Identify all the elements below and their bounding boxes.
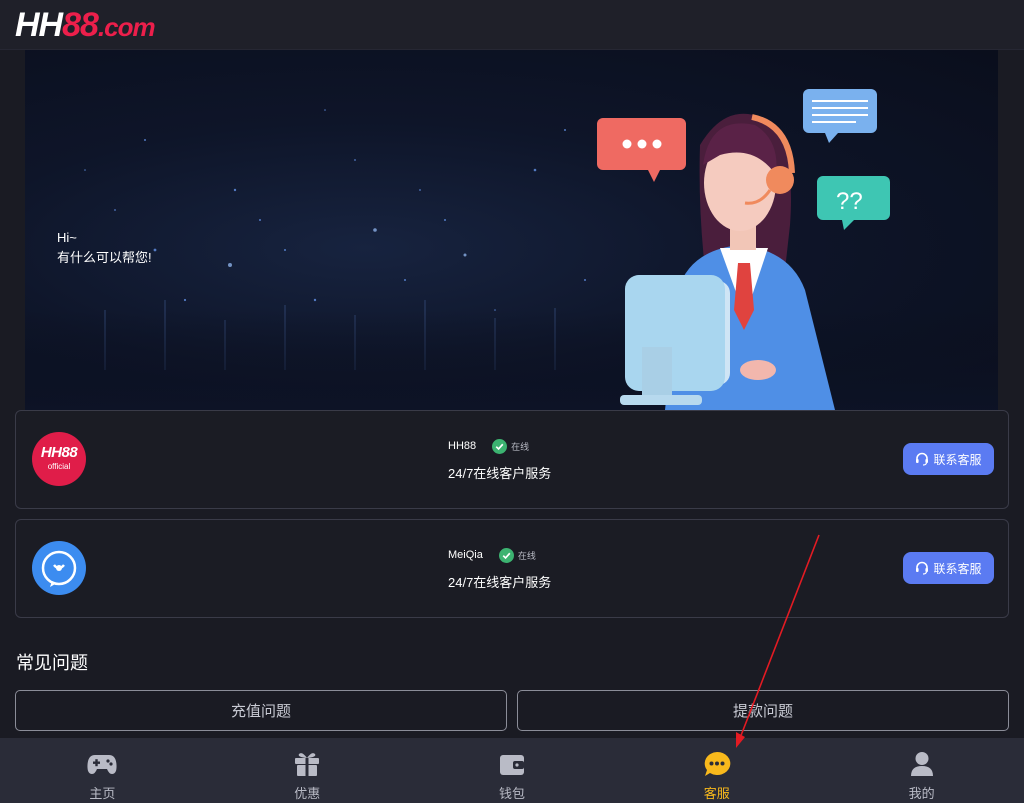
chat-bubble-lines-icon [803, 89, 877, 143]
meiqia-avatar [32, 541, 86, 595]
faq-title: 常见问题 [16, 653, 88, 673]
online-status: 在线 [511, 441, 530, 452]
service-description: 24/7在线客户服务 [448, 575, 552, 590]
nav-label: 钱包 [498, 786, 525, 801]
avatar-brand-text: HH88 [40, 444, 78, 461]
contact-button-label: 联系客服 [933, 452, 982, 467]
contact-support-button[interactable]: 联系客服 [903, 443, 994, 475]
nav-item-home[interactable]: 主页 [0, 738, 205, 803]
gamepad-icon [87, 755, 117, 774]
customer-service-page: HH88.com Hi~ 有什么可以帮您! ?? HH88 official H… [0, 0, 1024, 803]
nav-item-profile[interactable]: 我的 [819, 738, 1024, 803]
contact-button-label: 联系客服 [933, 561, 982, 576]
support-agent-illustration: ?? [597, 89, 890, 410]
headset-icon [916, 561, 929, 575]
nav-label: 主页 [89, 786, 116, 801]
nav-label: 我的 [908, 786, 935, 801]
service-card-meiqia: MeiQia 在线 24/7在线客户服务 联系客服 [15, 519, 1009, 618]
top-header: HH88.com [0, 0, 1024, 50]
nav-item-promotions[interactable]: 优惠 [205, 738, 410, 803]
logo-text-88: 88 [62, 6, 99, 44]
greeting-text: Hi~ 有什么可以帮您! [57, 228, 152, 268]
svg-text:??: ?? [836, 188, 863, 215]
user-icon [910, 752, 933, 776]
service-name: MeiQia [448, 549, 483, 561]
wallet-icon [499, 755, 524, 775]
chat-bubble-dots-icon [597, 118, 686, 182]
service-description: 24/7在线客户服务 [448, 466, 552, 481]
bottom-nav: 主页 优惠 钱包 客服 我的 [0, 738, 1024, 803]
gift-icon [295, 753, 320, 776]
nav-label: 客服 [703, 786, 730, 801]
nav-label: 优惠 [294, 786, 321, 801]
service-name-row: MeiQia 在线 [448, 547, 536, 563]
check-circle-icon [492, 438, 508, 454]
chat-icon [704, 751, 731, 776]
logo-text-hh: HH [15, 6, 63, 44]
nav-item-support[interactable]: 客服 [614, 738, 819, 803]
avatar-official-text: official [47, 462, 71, 471]
contact-support-button[interactable]: 联系客服 [903, 552, 994, 584]
faq-deposit-button[interactable]: 充值问题 [15, 690, 507, 731]
service-card-hh88: HH88 official HH88 在线 24/7在线客户服务 联系客服 [15, 410, 1009, 509]
service-name: HH88 [448, 440, 477, 452]
nav-item-wallet[interactable]: 钱包 [410, 738, 615, 803]
check-circle-icon [498, 547, 514, 563]
headset-icon [916, 452, 929, 466]
service-banner: Hi~ 有什么可以帮您! ?? [25, 50, 998, 410]
faq-withdraw-button[interactable]: 提款问题 [517, 690, 1009, 731]
logo-text-domain: .com [97, 12, 156, 42]
greeting-line-help: 有什么可以帮您! [57, 250, 152, 265]
greeting-line-hi: Hi~ [57, 230, 77, 245]
service-name-row: HH88 在线 [448, 438, 529, 454]
site-logo[interactable]: HH88.com [15, 6, 156, 46]
online-status: 在线 [517, 550, 536, 561]
chat-bubble-question-icon: ?? [817, 176, 890, 230]
hh88-avatar: HH88 official [32, 432, 86, 486]
meiqia-logo-icon [41, 550, 77, 587]
